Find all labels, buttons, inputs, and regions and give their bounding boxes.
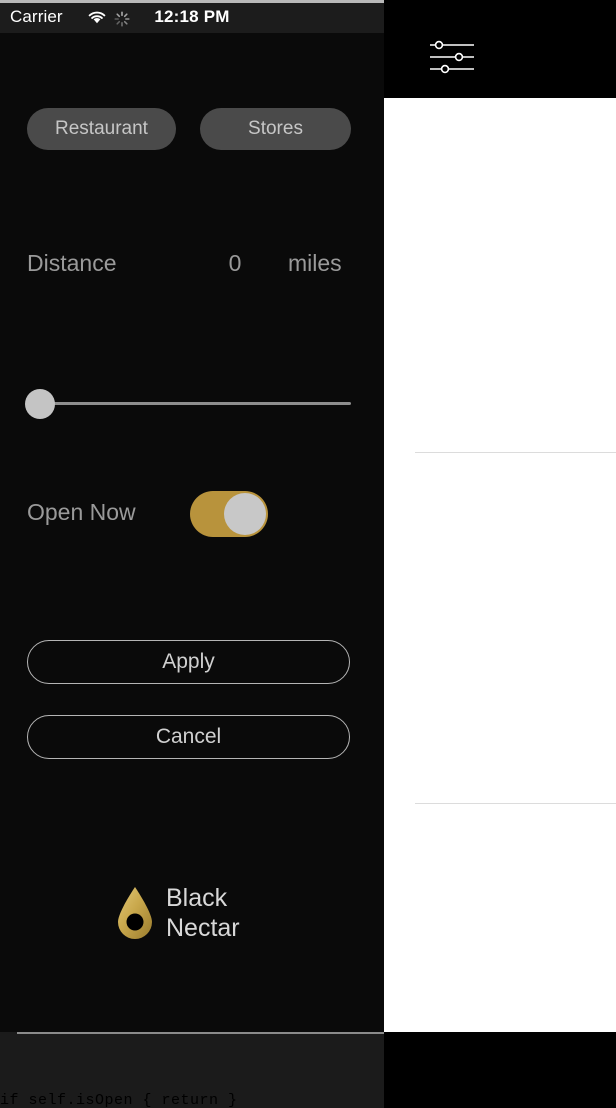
toggle-knob bbox=[224, 493, 266, 535]
slider-thumb[interactable] bbox=[25, 389, 55, 419]
preview-pane bbox=[384, 0, 616, 1108]
category-filter-row: Restaurant Stores bbox=[0, 108, 384, 150]
ios-simulator-window: Carrier 12:18 PM Restaurant Stores Dista… bbox=[0, 3, 384, 1032]
distance-unit-label: miles bbox=[288, 250, 342, 276]
sheet-separator bbox=[415, 452, 616, 453]
status-bar: Carrier 12:18 PM bbox=[0, 3, 384, 33]
distance-slider[interactable] bbox=[0, 373, 384, 435]
distance-value: 0 bbox=[228, 250, 242, 276]
sliders-filter-icon[interactable] bbox=[428, 38, 480, 76]
cancel-button[interactable]: Cancel bbox=[27, 715, 350, 759]
apply-button[interactable]: Apply bbox=[27, 640, 350, 684]
open-now-label: Open Now bbox=[27, 499, 136, 525]
clock-label: 12:18 PM bbox=[154, 7, 230, 26]
category-pill-stores[interactable]: Stores bbox=[200, 108, 351, 150]
code-line[interactable]: if self.isOpen { return } bbox=[0, 1092, 384, 1108]
preview-sheet bbox=[384, 98, 616, 1032]
distance-row: Distance 0 miles bbox=[0, 250, 384, 280]
slider-track[interactable] bbox=[27, 402, 351, 405]
brand-logo-block: Black Nectar bbox=[116, 873, 316, 953]
filter-screen: Restaurant Stores Distance 0 miles Open … bbox=[0, 33, 384, 1032]
distance-label: Distance bbox=[27, 250, 117, 276]
sheet-separator bbox=[415, 803, 616, 804]
open-now-row: Open Now bbox=[0, 483, 384, 545]
brand-name-label: Black Nectar bbox=[166, 884, 240, 942]
source-editor-strip: if self.isOpen { return } bbox=[0, 1032, 384, 1108]
category-pill-restaurant[interactable]: Restaurant bbox=[27, 108, 176, 150]
nectar-drop-icon bbox=[118, 887, 152, 939]
open-now-toggle[interactable] bbox=[190, 491, 268, 537]
editor-divider bbox=[17, 1032, 384, 1034]
screen-canvas: Carrier 12:18 PM Restaurant Stores Dista… bbox=[0, 0, 616, 1108]
